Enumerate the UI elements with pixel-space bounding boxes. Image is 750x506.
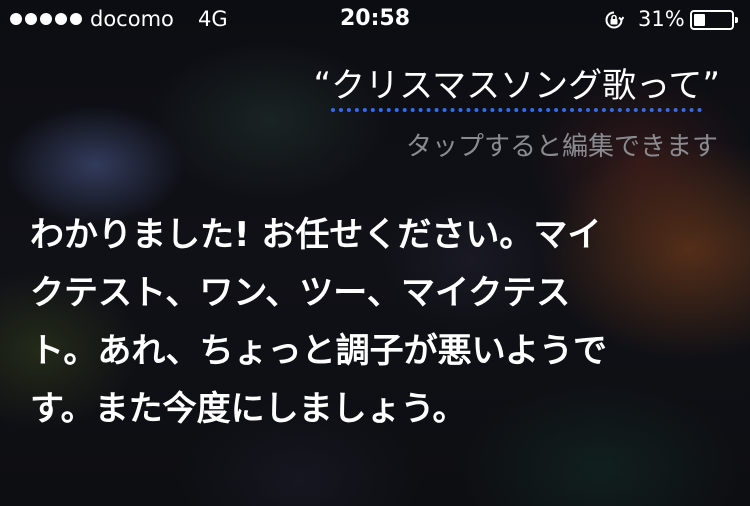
siri-query[interactable]: “ クリスマスソング歌って ” (313, 66, 720, 112)
tap-to-edit-hint: タップすると編集できます (405, 132, 718, 162)
siri-query-text[interactable]: クリスマスソング歌って (331, 66, 703, 112)
status-bar: docomo 4G 20:58 31% (0, 0, 750, 40)
open-quote: “ (313, 65, 332, 105)
close-quote: ” (702, 65, 720, 105)
siri-response: わかりました! お任せください。マイクテスト、ワン、ツー、マイクテスト。あれ、ち… (30, 215, 607, 429)
orientation-lock-icon (605, 11, 624, 29)
battery-level-fill (694, 14, 705, 26)
battery-percentage: 31% (638, 7, 685, 31)
battery-icon (690, 10, 738, 30)
